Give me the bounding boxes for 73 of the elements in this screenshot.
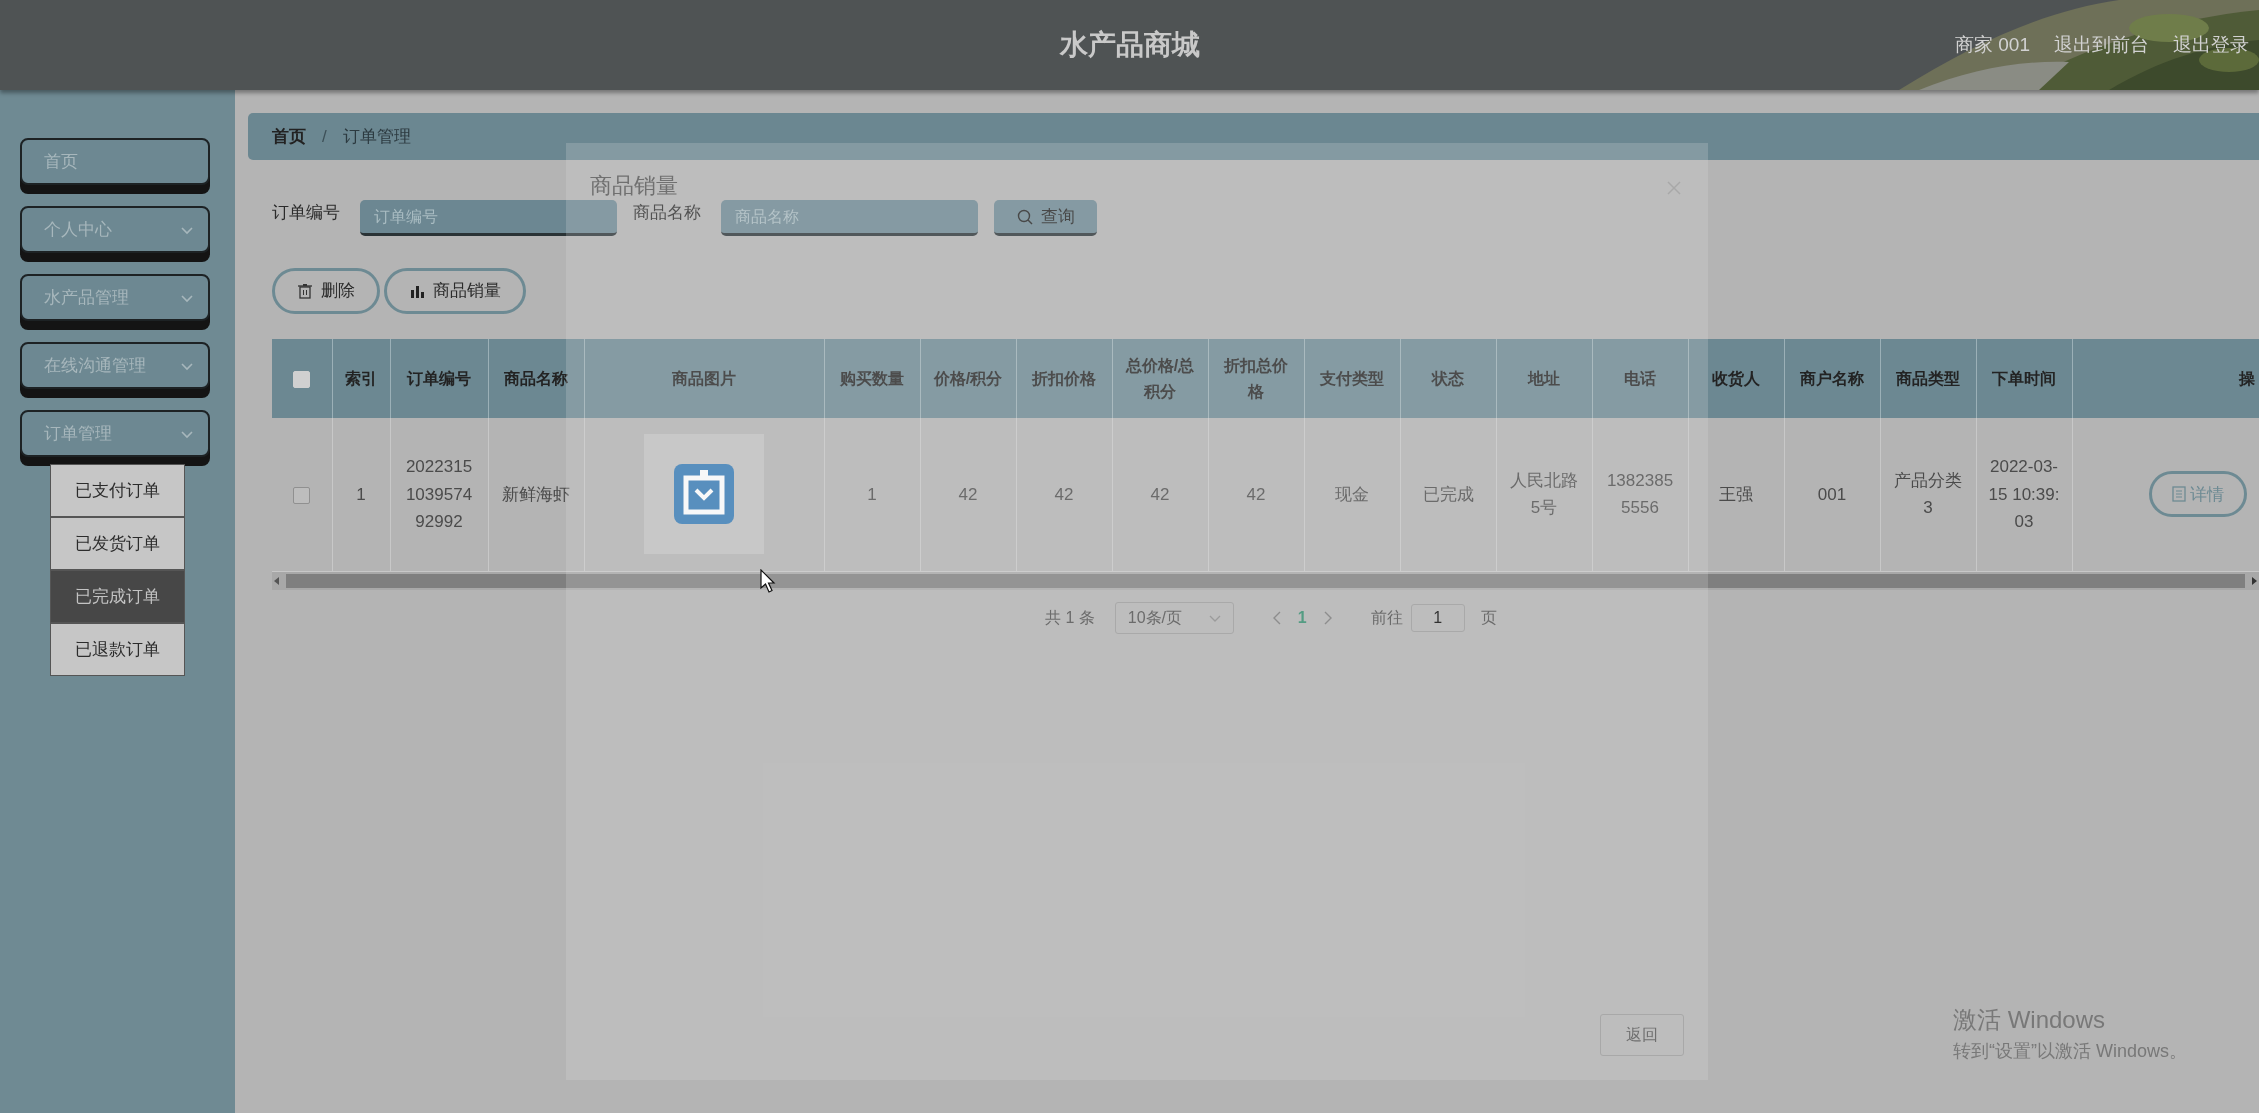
submenu-item[interactable]: 已发货订单 [50,517,185,570]
page-size-select[interactable]: 10条/页 [1114,601,1234,634]
activation-notice-text: 转到“设置”以激活 Windows。 [1953,1040,2187,1063]
table-cell: 人民北路5号 [1510,471,1578,518]
column-header: 收货人 [1712,369,1760,387]
search-icon [1016,208,1033,225]
table-cell: 42 [958,484,978,504]
table-cell: 产品分类3 [1894,471,1962,518]
table-cell: 42 [1150,484,1170,504]
scroll-left-icon [272,575,282,586]
details-button[interactable]: 详情 [2148,471,2247,518]
column-header: 总价格/总积分 [1125,356,1195,400]
activation-notice-title: 激活 Windows [1953,1005,2107,1035]
column-header: 商户名称 [1800,369,1864,387]
column-header: 地址 [1528,369,1560,387]
table-cell: 新鲜海虾 [502,484,570,504]
column-header: 商品图片 [672,369,736,387]
table-cell: 现金 [1335,484,1369,504]
column-header: 状态 [1432,369,1464,387]
table-cell: 2022-03-15 10:39:03 [1988,457,2060,531]
mouse-cursor-icon [760,568,776,593]
column-header: 索引 [345,369,377,387]
table-cell: 42 [1246,484,1266,504]
field-label: 订单编号 [272,202,340,224]
header-link[interactable]: 退出登录 [2173,30,2249,60]
goto-label: 前往 [1370,607,1403,628]
table-cell: 1 [356,484,366,504]
previous-page-icon [1271,610,1282,625]
breadcrumb-item[interactable]: 首页 [272,123,306,150]
trash-icon [297,283,313,299]
table-cell: 001 [1817,484,1847,504]
column-header: 订单编号 [407,369,471,387]
page-number[interactable]: 1 [1297,605,1307,630]
column-header: 商品名称 [504,369,568,387]
column-header: 折扣总价格 [1224,356,1288,400]
header-link[interactable]: 退出到前台 [2054,30,2149,60]
breadcrumb-separator: / [322,125,327,148]
site-title: 水产品商城 [1059,28,1200,62]
page-input[interactable]: 1 [1410,603,1465,632]
breadcrumb-item: 订单管理 [342,125,411,148]
column-header: 折扣价格 [1032,369,1096,387]
table-cell: 1 [867,484,877,504]
dialog-title: 商品销量 [590,172,678,200]
search-button[interactable]: 查询 [994,200,1097,236]
table-cell: 42 [1054,484,1074,504]
column-header: 购买数量 [840,369,904,387]
submenu-item[interactable]: 已支付订单 [50,464,185,517]
header-link[interactable]: 商家 001 [1955,30,2030,60]
document-icon [2171,486,2186,503]
total-count: 共 1 条 [1045,607,1095,628]
column-header: 下单时间 [1992,369,2056,387]
checkbox[interactable] [293,370,311,388]
search-field[interactable]: 订单编号 [360,200,617,236]
table-cell: 2022315103957492992 [405,457,473,531]
column-header: 操 [2238,369,2255,387]
submenu-item[interactable]: 已完成订单 [50,570,185,623]
sales-button[interactable]: 商品销量 [384,268,526,314]
page-suffix: 页 [1480,607,1497,628]
checkbox[interactable] [293,486,311,504]
table-cell: 13823855556 [1606,471,1674,518]
table-cell: 王强 [1719,484,1753,504]
next-page-icon [1322,610,1333,625]
bar-chart-icon [409,283,425,299]
column-header: 支付类型 [1320,369,1384,387]
table-cell: 已完成 [1422,484,1474,504]
column-header: 电话 [1624,369,1656,387]
column-header: 商品类型 [1896,369,1960,387]
field-label: 商品名称 [633,202,701,224]
submenu-item[interactable]: 已退款订单 [50,623,185,676]
column-header: 价格/积分 [933,369,1003,387]
delete-button[interactable]: 删除 [272,268,380,314]
scroll-right-icon [2249,575,2259,586]
back-button[interactable]: 返回 [1600,1014,1684,1056]
